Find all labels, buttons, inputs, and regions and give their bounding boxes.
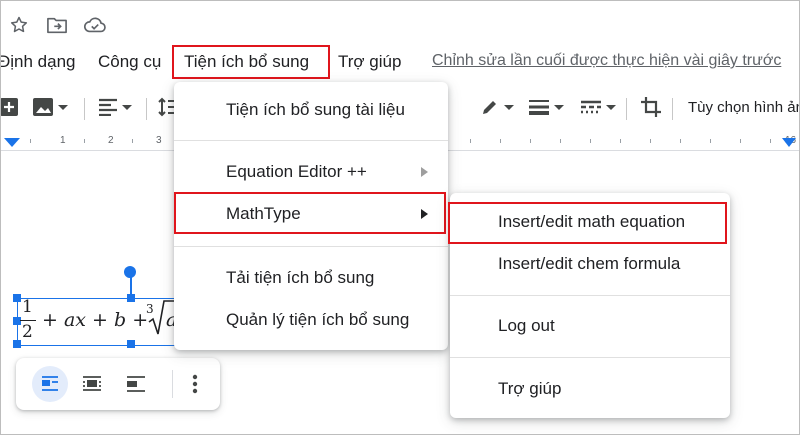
toolbar-divider (672, 98, 673, 120)
crop-icon (641, 97, 661, 117)
resize-handle[interactable] (127, 294, 135, 302)
toolbar-divider (626, 98, 627, 120)
menu-item-label: Log out (498, 316, 555, 335)
submenu-arrow-icon (421, 167, 428, 177)
more-options-icon[interactable] (192, 374, 198, 394)
menu-item-label: Insert/edit chem formula (498, 254, 681, 273)
mathtype-highlight (174, 192, 446, 234)
addons-menu-highlight (172, 45, 330, 79)
image-layout-toolbar (16, 358, 220, 410)
rotate-handle[interactable] (124, 266, 136, 278)
menu-item-label: Tiện ích bổ sung tài liệu (226, 100, 405, 119)
border-dash-button[interactable] (580, 94, 616, 120)
line-spacing-button[interactable] (158, 94, 174, 120)
menu-help[interactable]: Trợ giúp (338, 52, 401, 72)
menu-tools[interactable]: Công cụ (98, 52, 161, 72)
resize-handle[interactable] (13, 294, 21, 302)
border-dash-icon (581, 100, 601, 114)
last-edit-link[interactable]: Chỉnh sửa lần cuối được thực hiện vài gi… (432, 52, 781, 70)
toolbar-divider (172, 370, 173, 398)
right-indent-marker-icon[interactable] (782, 138, 796, 148)
menu-item-label: Quản lý tiện ích bổ sung (226, 310, 410, 329)
toolbar-divider (146, 98, 147, 120)
star-icon[interactable] (6, 12, 32, 38)
menu-item-manage-addons[interactable]: Quản lý tiện ích bổ sung (174, 300, 448, 340)
insert-image-button[interactable] (32, 94, 68, 120)
ruler-number: 2 (108, 135, 114, 146)
fraction-denominator: 2 (22, 322, 33, 342)
inline-layout-button[interactable] (32, 366, 68, 402)
left-indent-marker-icon[interactable] (4, 138, 20, 148)
fraction-numerator: 1 (22, 297, 33, 317)
border-weight-button[interactable] (528, 94, 564, 120)
menu-item-document-addons[interactable]: Tiện ích bổ sung tài liệu (174, 90, 448, 130)
menu-item-get-addons[interactable]: Tải tiện ích bổ sung (174, 258, 448, 298)
insert-equation-highlight (448, 202, 727, 244)
line-spacing-icon (158, 97, 174, 117)
menu-item-label: Equation Editor ++ (226, 162, 367, 181)
ruler-number: 1 (60, 135, 66, 146)
align-left-icon (99, 98, 117, 116)
border-weight-icon (529, 100, 549, 115)
image-icon (33, 98, 53, 116)
wrap-text-icon[interactable] (82, 376, 102, 392)
resize-handle[interactable] (13, 317, 21, 325)
menu-item-insert-chem-formula[interactable]: Insert/edit chem formula (450, 244, 730, 284)
toolbar-divider (84, 98, 85, 120)
menu-item-equation-editor[interactable]: Equation Editor ++ (174, 152, 448, 192)
menu-divider (450, 295, 730, 296)
border-color-button[interactable] (480, 94, 514, 120)
insert-plus-icon[interactable] (0, 94, 18, 120)
inline-layout-icon (42, 376, 58, 391)
pen-icon (483, 101, 496, 114)
menu-format[interactable]: Định dạng (0, 52, 76, 72)
menu-item-label: Tải tiện ích bổ sung (226, 268, 375, 287)
menu-divider (450, 357, 730, 358)
resize-handle[interactable] (13, 340, 21, 348)
break-text-icon[interactable] (126, 376, 146, 392)
menu-divider (174, 140, 448, 141)
menu-divider (174, 246, 448, 247)
image-options-button[interactable]: Tùy chọn hình ảnh (688, 94, 800, 120)
cloud-status-icon[interactable] (82, 12, 108, 38)
equation-body: + ax + b + (42, 309, 149, 331)
menu-item-label: Trợ giúp (498, 379, 562, 398)
menu-item-log-out[interactable]: Log out (450, 306, 730, 346)
menu-item-help[interactable]: Trợ giúp (450, 369, 730, 409)
align-button[interactable] (98, 94, 132, 120)
resize-handle[interactable] (127, 340, 135, 348)
crop-button[interactable] (640, 94, 662, 120)
menu-bar: Định dạng Công cụ Tiện ích bổ sung Trợ g… (0, 44, 800, 78)
move-to-folder-icon[interactable] (44, 12, 70, 38)
fraction-bar (20, 320, 36, 321)
ruler-number: 3 (156, 135, 162, 146)
